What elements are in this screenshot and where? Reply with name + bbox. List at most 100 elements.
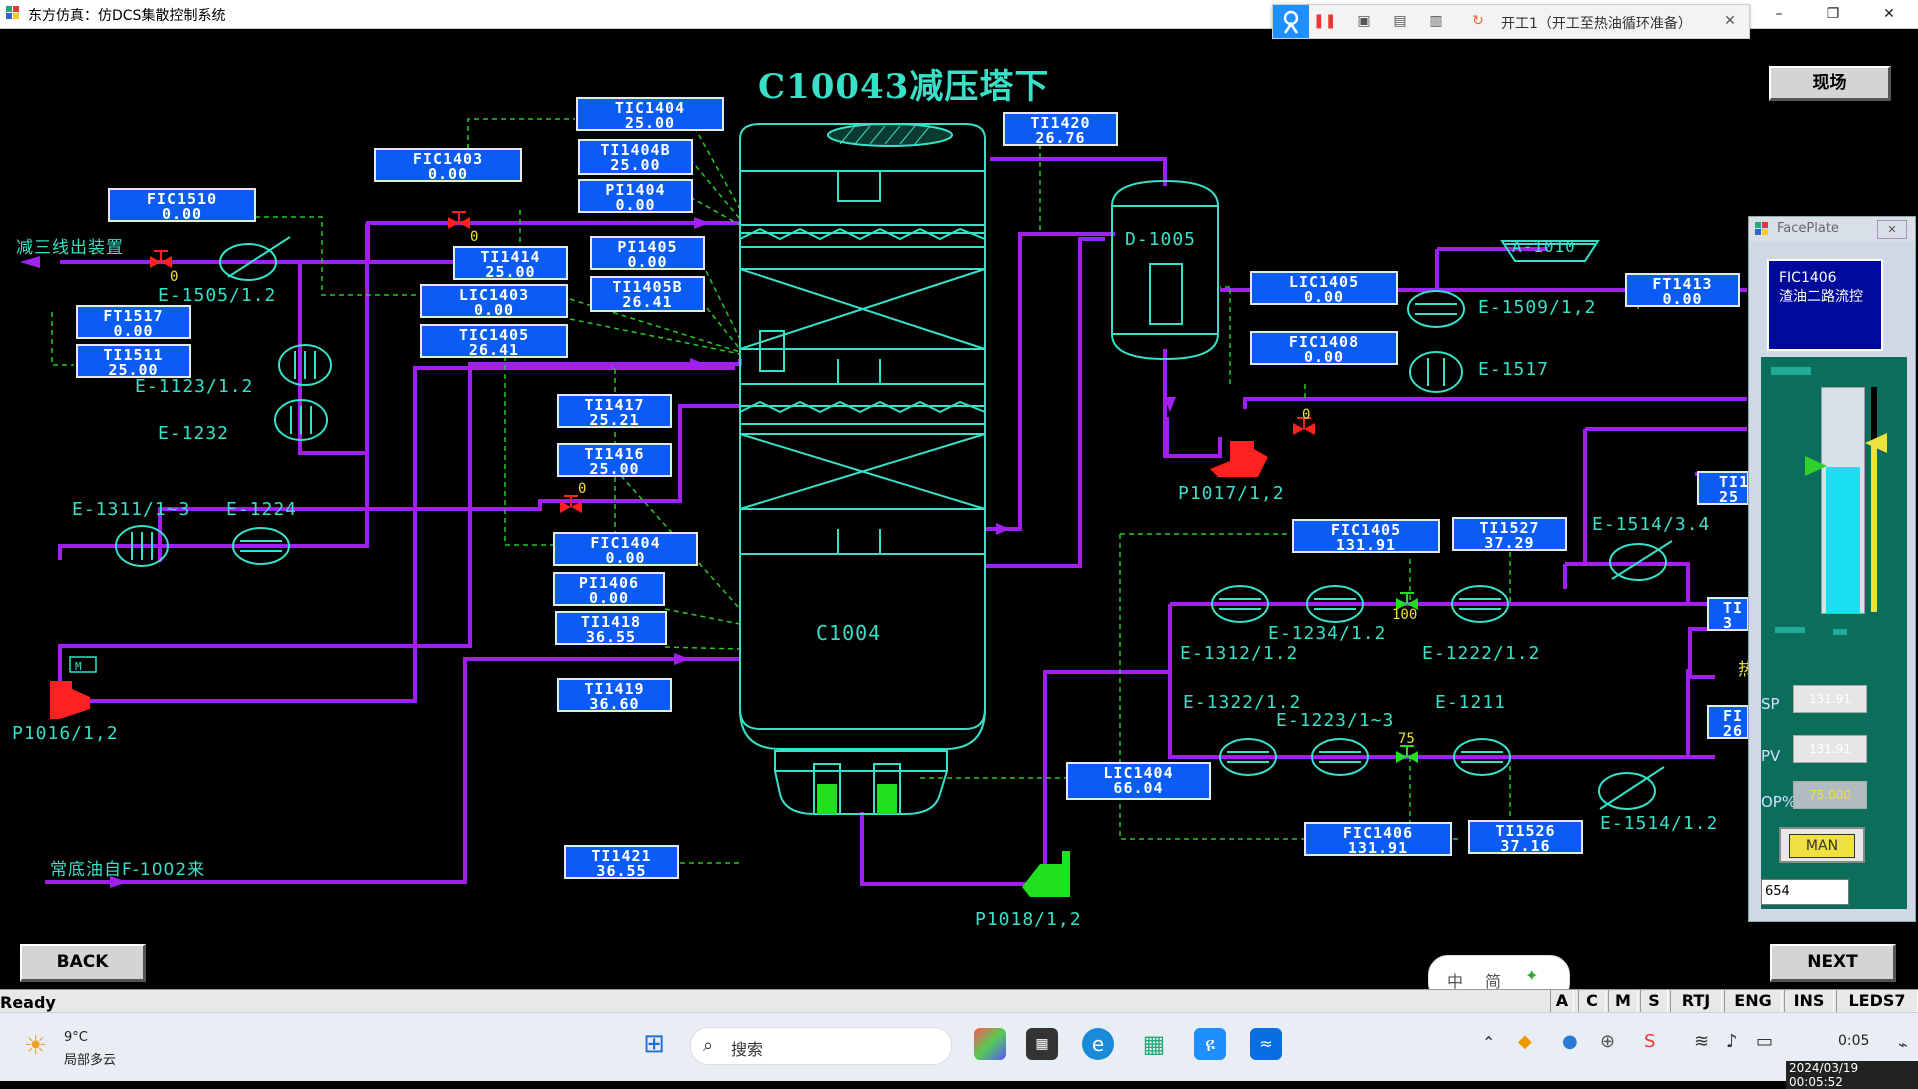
label-out-line: 减三线出装置 <box>16 238 124 258</box>
sp-field[interactable]: 131.91 <box>1793 685 1867 713</box>
chart-app-icon[interactable]: ≈ <box>1250 1028 1282 1060</box>
search-label: 搜索 <box>731 1040 764 1059</box>
tag-clipped-1[interactable]: TI1 25 <box>1697 471 1749 505</box>
tray-shield-icon[interactable]: ◆ <box>1518 1031 1532 1052</box>
tag-pi1405[interactable]: PI1405 0.00 <box>590 236 705 270</box>
pv-label: PV <box>1761 747 1781 765</box>
op-label: OP% <box>1761 793 1797 811</box>
faceplate-header: FIC1406 渣油二路流控 <box>1767 259 1883 351</box>
ime-shirt-icon[interactable]: ✦ <box>1525 966 1538 985</box>
copy-icon[interactable]: ▥ <box>1427 12 1445 30</box>
weather-desc[interactable]: 局部多云 <box>64 1049 116 1068</box>
faceplate-op-track <box>1871 387 1877 612</box>
mode-button-frame[interactable]: MAN <box>1779 827 1865 863</box>
tag-fic1404[interactable]: FIC1404 0.00 <box>553 532 698 566</box>
minimize-button[interactable]: – <box>1756 0 1802 28</box>
tray-app-icon[interactable]: S <box>1644 1031 1655 1052</box>
status-cell-ins: INS <box>1784 990 1834 1012</box>
tag-fic1403[interactable]: FIC1403 0.00 <box>374 148 522 182</box>
tag-lic1405[interactable]: LIC1405 0.00 <box>1250 271 1398 305</box>
battery-icon[interactable]: ▭ <box>1756 1031 1773 1052</box>
tag-ti1418[interactable]: TI1418 36.55 <box>555 611 667 645</box>
field-button[interactable]: 现场 <box>1769 66 1891 101</box>
label-d1005: D-1005 <box>1125 229 1197 250</box>
tag-ti1419[interactable]: TI1419 36.60 <box>557 678 672 712</box>
restore-button[interactable]: ❐ <box>1810 0 1856 28</box>
clock-time[interactable]: 0:05 <box>1838 1033 1869 1049</box>
volume-icon[interactable]: ♪ <box>1726 1031 1738 1052</box>
tag-ti1404b[interactable]: TI1404B 25.00 <box>578 139 693 175</box>
tag-pi1404[interactable]: PI1404 0.00 <box>578 179 693 213</box>
tag-fic1510[interactable]: FIC1510 0.00 <box>108 188 256 222</box>
status-cell-rtj: RTJ <box>1670 990 1722 1012</box>
tag-ti1526[interactable]: TI1526 37.16 <box>1468 820 1583 854</box>
tag-ft1517[interactable]: FT1517 0.00 <box>76 305 191 339</box>
tray-chevron-icon[interactable]: ⌃ <box>1482 1033 1495 1052</box>
tag-ft1413[interactable]: FT1413 0.00 <box>1625 273 1740 307</box>
faceplate-op-marker[interactable] <box>1865 433 1887 454</box>
weather-temp[interactable]: 9°C <box>64 1030 88 1045</box>
tag-lic1404[interactable]: LIC1404 66.04 <box>1066 762 1211 800</box>
tag-tic1404[interactable]: TIC1404 25.00 <box>576 97 724 131</box>
dcs-app-icon[interactable]: ▦ <box>1138 1028 1170 1060</box>
faceplate-sp-marker[interactable] <box>1805 455 1827 476</box>
label-e1505: E-1505/1.2 <box>158 285 277 306</box>
back-button[interactable]: BACK <box>20 944 146 982</box>
weather-icon[interactable]: ☀ <box>24 1031 47 1061</box>
screenshot-icon[interactable]: ▣ <box>1355 12 1373 30</box>
mode-button[interactable]: MAN <box>1789 834 1855 858</box>
label-in-line: 常底油自F-1002来 <box>50 860 206 880</box>
tray-mic-icon[interactable]: ● <box>1562 1031 1578 1052</box>
tag-ti1405b[interactable]: TI1405B 26.41 <box>590 276 705 312</box>
faceplate-app-icon <box>1755 222 1769 236</box>
pause-icon[interactable]: ❚❚ <box>1313 12 1336 30</box>
tag-fic1408[interactable]: FIC1408 0.00 <box>1250 331 1398 365</box>
pump-p1016-icon <box>50 681 90 719</box>
tag-lic1403[interactable]: LIC1403 0.00 <box>420 284 568 318</box>
op-field[interactable]: 75.000 <box>1793 781 1867 809</box>
status-cell-c: C <box>1578 990 1606 1012</box>
tag-fic1405[interactable]: FIC1405 131.91 <box>1292 519 1440 553</box>
camera-icon[interactable]: ▤ <box>1391 12 1409 30</box>
tag-tic1405[interactable]: TIC1405 26.41 <box>420 324 568 358</box>
tag-clipped-3[interactable]: FI 26 <box>1707 705 1749 739</box>
tag-ti1414[interactable]: TI1414 25.00 <box>453 246 568 280</box>
tag-fic1406[interactable]: FIC1406 131.91 <box>1304 822 1452 856</box>
label-e1234: E-1234/1.2 <box>1268 623 1387 644</box>
label-e1509: E-1509/1,2 <box>1478 297 1597 318</box>
recorder-close-icon[interactable]: ✕ <box>1721 12 1739 30</box>
tag-ti1420[interactable]: TI1420 26.76 <box>1003 112 1118 146</box>
tag-ti1416[interactable]: TI1416 25.00 <box>557 443 672 477</box>
start-icon[interactable]: ⊞ <box>638 1028 670 1060</box>
tag-ti1421[interactable]: TI1421 36.55 <box>564 845 679 879</box>
close-button[interactable]: ✕ <box>1866 0 1912 28</box>
tag-pi1406[interactable]: PI1406 0.00 <box>553 572 665 606</box>
tray-network-icon[interactable]: ⊕ <box>1600 1031 1615 1052</box>
faceplate-scale-mark <box>1771 367 1811 375</box>
valve-opening: 0 <box>578 481 587 497</box>
tag-ti1511[interactable]: TI1511 25.00 <box>76 344 191 378</box>
faceplate-body: SP 131.91 PV 131.91 OP% 75.000 MAN 654 <box>1761 357 1907 909</box>
task-view-icon[interactable]: ▦ <box>1026 1028 1058 1060</box>
recorder-app-icon[interactable]: ዩ <box>1194 1028 1226 1060</box>
label-e1232: E-1232 <box>158 423 230 444</box>
faceplate-scale-low2 <box>1833 629 1847 635</box>
search-icon: ⌕ <box>703 1035 714 1056</box>
next-button[interactable]: NEXT <box>1770 944 1896 982</box>
tag-clipped-2[interactable]: TI 3 <box>1707 597 1749 631</box>
valve-opening: 0 <box>470 229 479 245</box>
faceplate-close-icon[interactable]: ✕ <box>1877 220 1907 239</box>
sp-label: SP <box>1761 695 1780 713</box>
tag-ti1527[interactable]: TI1527 37.29 <box>1452 517 1567 551</box>
wifi-icon[interactable]: ≋ <box>1694 1031 1709 1052</box>
edge-icon[interactable]: e <box>1082 1028 1114 1060</box>
notification-icon[interactable]: ⌁ <box>1898 1035 1908 1054</box>
tag-ti1417[interactable]: TI1417 25.21 <box>557 394 672 428</box>
refresh-icon[interactable]: ↻ <box>1469 12 1487 30</box>
faceplate-value-input[interactable]: 654 <box>1761 879 1849 905</box>
valve-opening: 0 <box>170 269 179 285</box>
copilot-icon[interactable] <box>974 1028 1006 1060</box>
label-c1004: C1004 <box>816 621 882 645</box>
taskbar-search[interactable]: ⌕ 搜索 <box>690 1027 952 1065</box>
status-ready: Ready <box>0 993 56 1012</box>
